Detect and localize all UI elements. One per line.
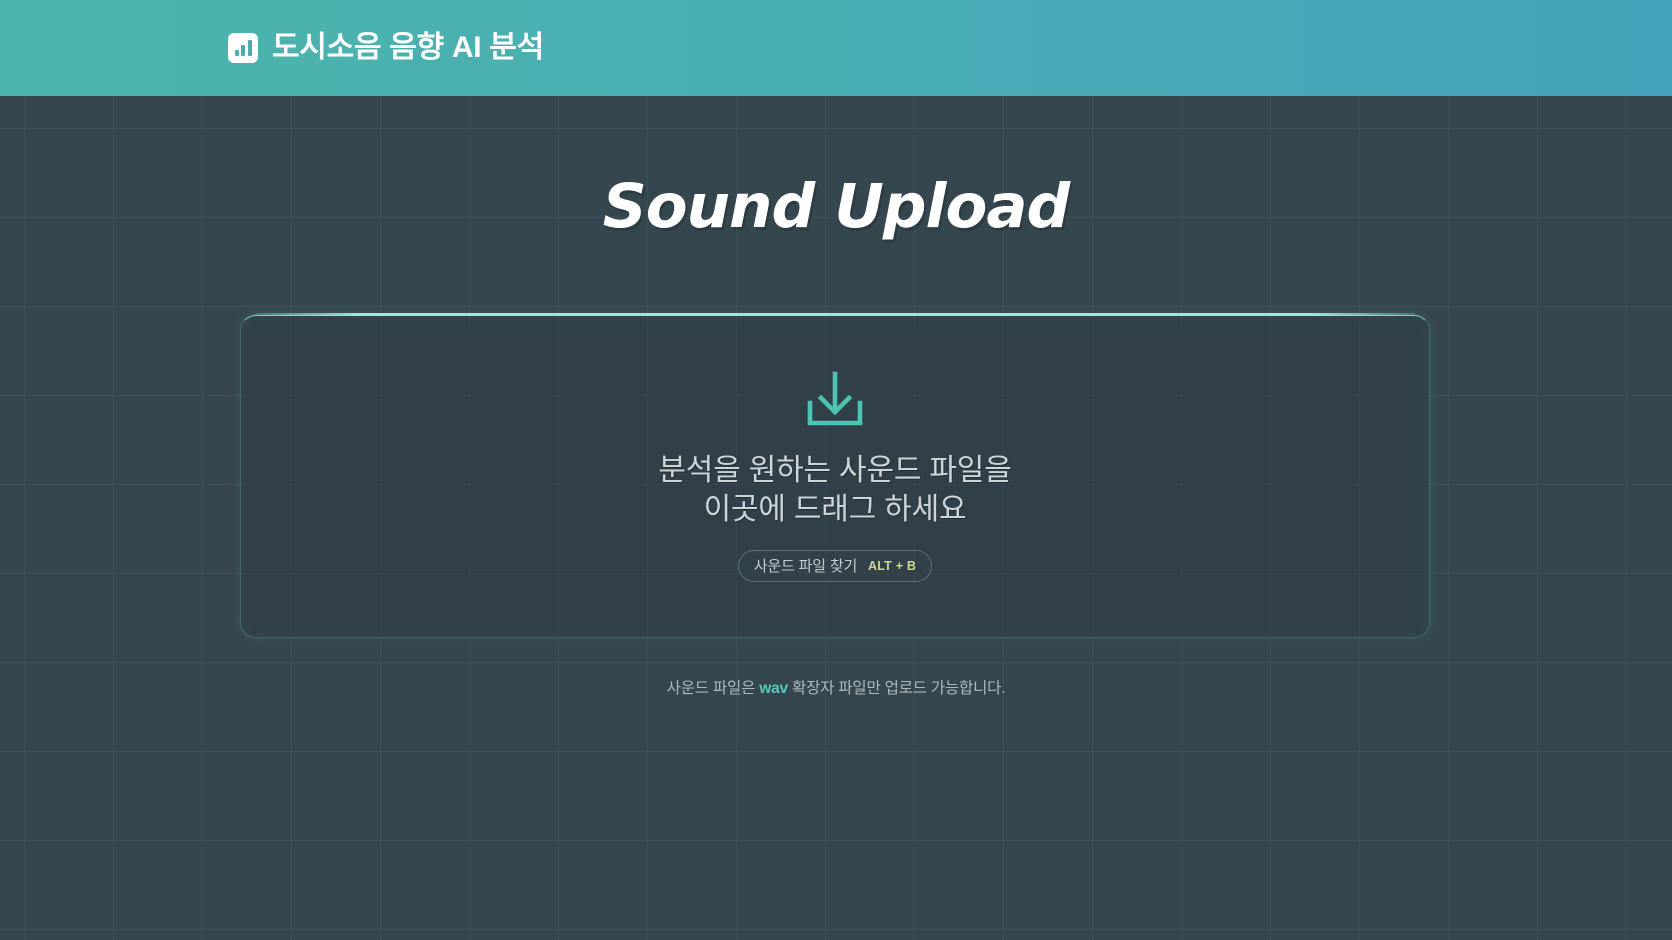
format-hint-prefix: 사운드 파일은 [666,680,760,697]
bar-chart-icon-bar-1 [234,50,239,56]
page-title: Sound Upload [602,171,1070,242]
format-hint-extension: wav [759,680,788,697]
download-tray-icon [807,371,863,426]
bar-chart-icon [228,33,258,63]
bar-chart-icon-bar-3 [247,40,252,56]
app-header: 도시소음 음향 AI 분석 [0,0,1672,96]
bar-chart-icon-bar-2 [241,45,245,56]
file-dropzone[interactable]: 분석을 원하는 사운드 파일을 이곳에 드래그 하세요 사운드 파일 찾기 AL… [240,315,1430,638]
brand: 도시소음 음향 AI 분석 [228,33,544,63]
dropzone-headline: 분석을 원하는 사운드 파일을 이곳에 드래그 하세요 [658,454,1012,526]
browse-files-button[interactable]: 사운드 파일 찾기 ALT + B [737,550,933,582]
format-hint: 사운드 파일은 wav 확장자 파일만 업로드 가능합니다. [0,676,1672,698]
browse-files-shortcut-badge: ALT + B [868,558,917,573]
browse-files-label: 사운드 파일 찾기 [753,557,858,575]
format-hint-suffix: 확장자 파일만 업로드 가능합니다. [787,680,1006,697]
app-title: 도시소음 음향 AI 분석 [272,31,544,64]
app-root: 도시소음 음향 AI 분석 Sound Upload 분석을 원하는 사운드 파… [0,0,1672,940]
main-content: Sound Upload 분석을 원하는 사운드 파일을 이곳에 드래그 하세요… [0,96,1672,940]
